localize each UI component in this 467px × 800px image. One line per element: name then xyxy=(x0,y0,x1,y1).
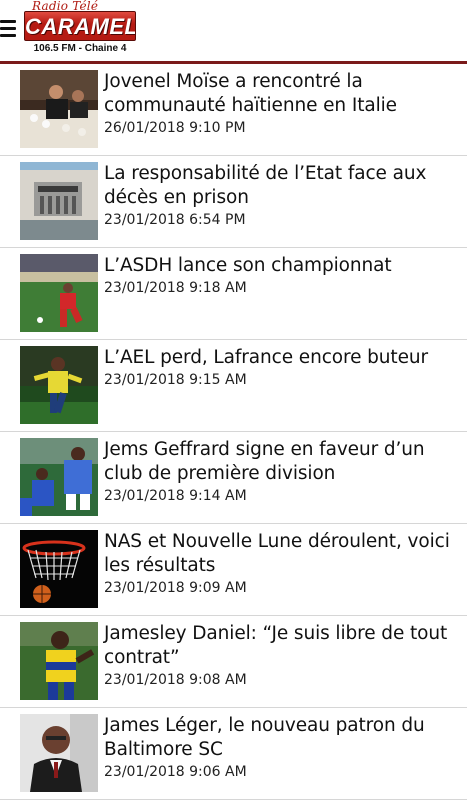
logo-wordmark: CARAMEL xyxy=(25,14,136,39)
article-item[interactable]: NAS et Nouvelle Lune déroulent, voici le… xyxy=(0,524,467,616)
station-logo[interactable]: Radio Télé CARAMEL 106.5 FM - Chaine 4 xyxy=(24,0,136,58)
app-header: Radio Télé CARAMEL 106.5 FM - Chaine 4 xyxy=(0,0,467,64)
article-date: 23/01/2018 9:15 AM xyxy=(104,372,247,388)
menu-bar xyxy=(0,34,16,37)
article-thumbnail xyxy=(20,162,98,240)
article-title: Jamesley Daniel: “Je suis libre de tout … xyxy=(104,623,448,668)
article-date: 23/01/2018 9:09 AM xyxy=(104,580,247,596)
article-thumbnail xyxy=(20,70,98,148)
article-date: 23/01/2018 6:54 PM xyxy=(104,212,246,228)
article-item[interactable]: Jems Geffrard signe en faveur d’un club … xyxy=(0,432,467,524)
article-item[interactable]: L’AEL perd, Lafrance encore buteur 23/01… xyxy=(0,340,467,432)
article-thumbnail xyxy=(20,254,98,332)
article-item[interactable]: James Léger, le nouveau patron du Baltim… xyxy=(0,708,467,800)
article-title: La responsabilité de l’Etat face aux déc… xyxy=(104,163,427,208)
article-item[interactable]: Jamesley Daniel: “Je suis libre de tout … xyxy=(0,616,467,708)
hamburger-menu-icon[interactable] xyxy=(0,18,20,42)
article-list: Jovenel Moïse a rencontré la communauté … xyxy=(0,64,467,800)
menu-bar xyxy=(0,20,16,23)
article-item[interactable]: La responsabilité de l’Etat face aux déc… xyxy=(0,156,467,248)
article-thumbnail xyxy=(20,346,98,424)
article-thumbnail xyxy=(20,438,98,516)
article-thumbnail xyxy=(20,714,98,792)
article-title: Jems Geffrard signe en faveur d’un club … xyxy=(104,439,425,484)
article-date: 23/01/2018 9:14 AM xyxy=(104,488,247,504)
article-date: 23/01/2018 9:18 AM xyxy=(104,280,247,296)
article-title: James Léger, le nouveau patron du Baltim… xyxy=(104,715,425,760)
article-date: 23/01/2018 9:06 AM xyxy=(104,764,247,780)
article-date: 26/01/2018 9:10 PM xyxy=(104,120,246,136)
article-thumbnail xyxy=(20,530,98,608)
article-title: Jovenel Moïse a rencontré la communauté … xyxy=(104,71,397,116)
article-title: L’ASDH lance son championnat xyxy=(104,255,392,276)
article-title: L’AEL perd, Lafrance encore buteur xyxy=(104,347,428,368)
article-thumbnail xyxy=(20,622,98,700)
menu-bar xyxy=(0,27,16,30)
article-item[interactable]: L’ASDH lance son championnat 23/01/2018 … xyxy=(0,248,467,340)
article-title: NAS et Nouvelle Lune déroulent, voici le… xyxy=(104,531,450,576)
logo-frequency: 106.5 FM - Chaine 4 xyxy=(33,43,127,54)
article-item[interactable]: Jovenel Moïse a rencontré la communauté … xyxy=(0,64,467,156)
article-date: 23/01/2018 9:08 AM xyxy=(104,672,247,688)
logo-badge: CARAMEL xyxy=(24,11,136,41)
